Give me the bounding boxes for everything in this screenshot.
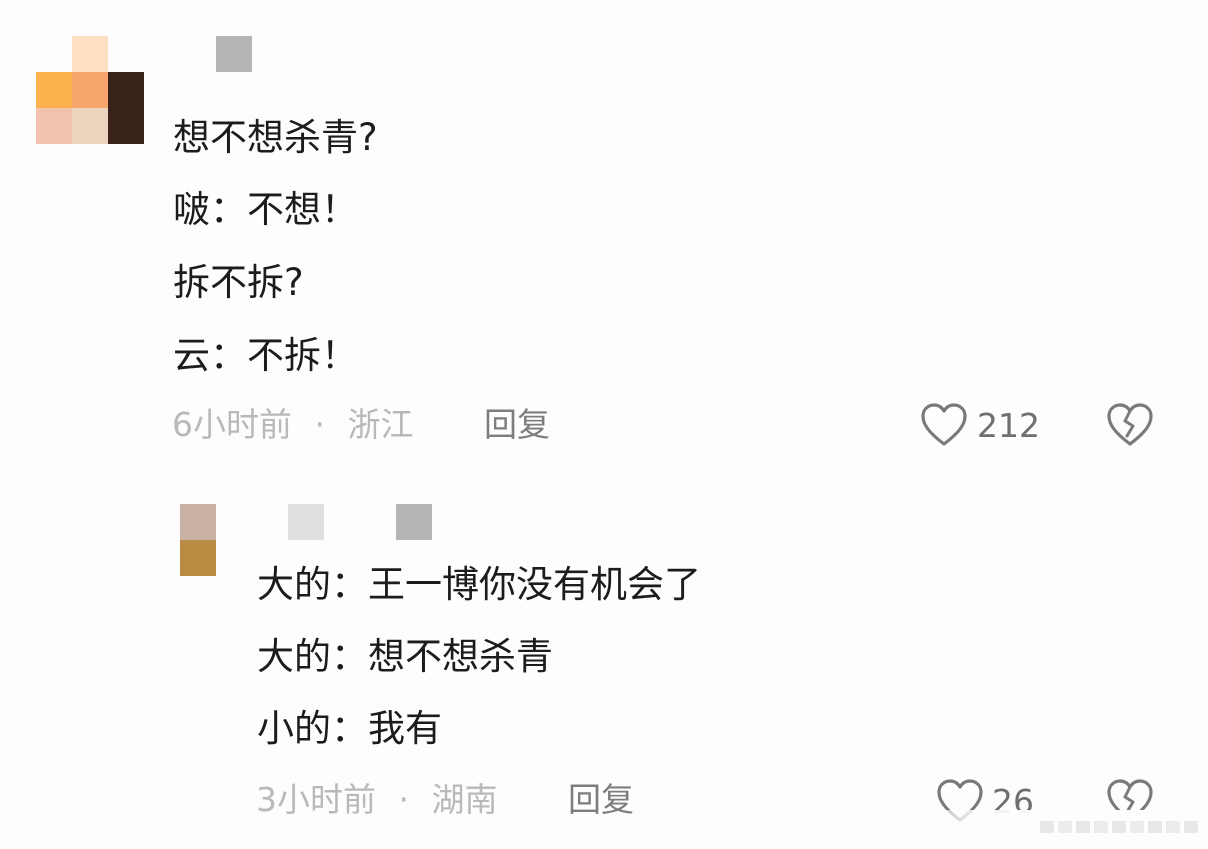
comment-dislike-button[interactable]: [1106, 402, 1154, 448]
reply-target-username-redacted[interactable]: [396, 504, 432, 540]
comment-username-redacted[interactable]: [216, 36, 252, 72]
reply-text-line: 小的：我有: [257, 707, 442, 750]
heart-outline-icon: [921, 403, 967, 446]
comment-like-button[interactable]: [920, 402, 968, 448]
reply-reply-button[interactable]: 回复: [568, 780, 634, 820]
reply-location: 湖南: [431, 780, 498, 819]
reply-time: 3小时前: [256, 780, 376, 819]
comment-meta: 6小时前 · 浙江: [172, 405, 414, 445]
reply-username-redacted[interactable]: [288, 504, 324, 540]
comment-text-line: 拆不拆?: [173, 261, 304, 304]
comment-location: 浙江: [347, 405, 414, 444]
reply-text-line: 大的：想不想杀青: [257, 635, 553, 678]
comment-text-line: 云：不拆！: [173, 334, 358, 377]
meta-separator: ·: [398, 780, 410, 819]
comment-like-count: 212: [977, 406, 1040, 445]
comment-avatar[interactable]: [36, 36, 144, 144]
comment-text-line: 啵：不想！: [173, 188, 358, 231]
watermark-mark: [1040, 818, 1200, 836]
comment-time: 6小时前: [172, 405, 292, 444]
comment-text-line: 想不想杀青?: [173, 116, 378, 159]
reply-text-line: 大的：王一博你没有机会了: [257, 563, 701, 606]
reply-meta: 3小时前 · 湖南: [256, 780, 498, 820]
reply-avatar[interactable]: [180, 504, 216, 576]
broken-heart-icon: [1107, 403, 1153, 446]
comment-reply-button[interactable]: 回复: [484, 405, 550, 445]
meta-separator: ·: [314, 405, 326, 444]
